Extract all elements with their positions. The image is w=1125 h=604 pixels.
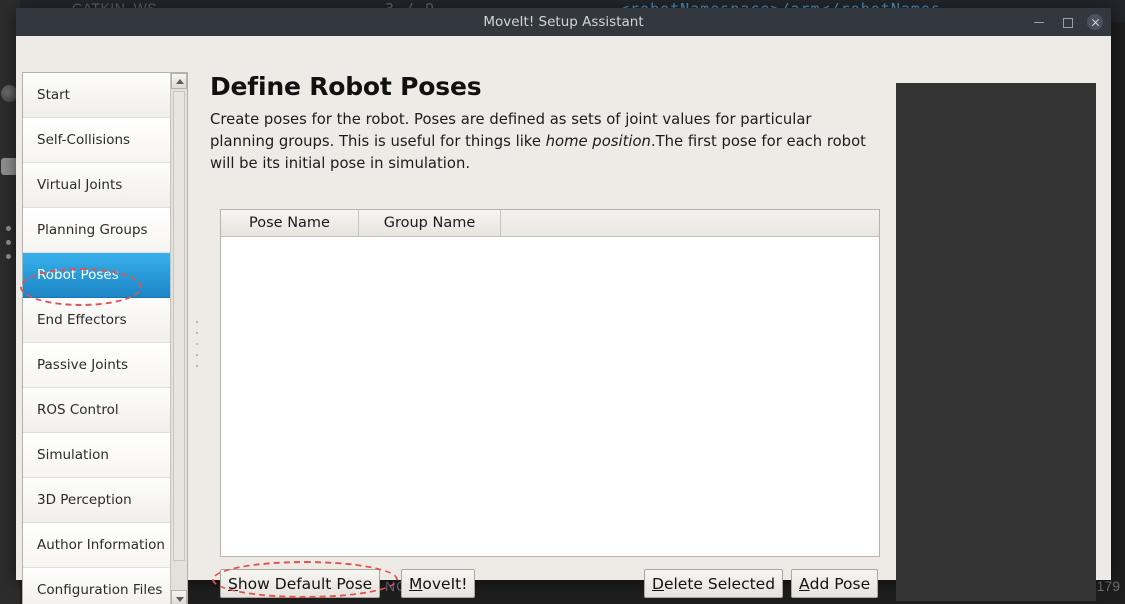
scrollbar-thumb[interactable]: [173, 91, 185, 561]
sidebar-item-label: ROS Control: [37, 402, 119, 418]
sidebar-item-simulation[interactable]: Simulation: [23, 433, 170, 478]
table-header-row: Pose Name Group Name: [221, 210, 879, 237]
sidebar-item-label: Virtual Joints: [37, 177, 123, 193]
sidebar-item-planning-groups[interactable]: Planning Groups: [23, 208, 170, 253]
sidebar-item-label: Self-Collisions: [37, 132, 131, 148]
sidebar-item-3d-perception[interactable]: 3D Perception: [23, 478, 170, 523]
window-controls: [1031, 8, 1103, 36]
sidebar-item-self-collisions[interactable]: Self-Collisions: [23, 118, 170, 163]
column-header-pose-name[interactable]: Pose Name: [221, 210, 359, 236]
setup-assistant-window: MoveIt! Setup Assistant Start Self-Colli…: [16, 8, 1111, 604]
sidebar-item-ros-control[interactable]: ROS Control: [23, 388, 170, 433]
main-panel: Define Robot Poses Create poses for the …: [194, 72, 894, 604]
sidebar-item-configuration-files[interactable]: Configuration Files: [23, 568, 170, 604]
sidebar-item-label: Planning Groups: [37, 222, 148, 238]
sidebar-item-label: 3D Perception: [37, 492, 132, 508]
sidebar-item-start[interactable]: Start: [23, 73, 170, 118]
sidebar-scrollbar[interactable]: [170, 72, 188, 604]
sidebar: Start Self-Collisions Virtual Joints Pla…: [22, 72, 188, 604]
mnemonic-letter: A: [799, 574, 810, 593]
minimize-icon[interactable]: [1031, 14, 1047, 30]
delete-selected-button-label-rest: elete Selected: [663, 574, 776, 593]
scroll-down-arrow-icon[interactable]: [171, 590, 187, 604]
sidebar-item-end-effectors[interactable]: End Effectors: [23, 298, 170, 343]
moveit-button[interactable]: MoveIt!: [401, 569, 476, 598]
window-titlebar[interactable]: MoveIt! Setup Assistant: [16, 8, 1111, 36]
column-header-filler: [501, 210, 879, 236]
screen: CATKIN_WS 3 / 9 <robotNamespace>/arm</ro…: [0, 0, 1125, 604]
add-pose-button-label-rest: dd Pose: [809, 574, 871, 593]
sidebar-item-label: Start: [37, 87, 70, 103]
sidebar-item-label: Simulation: [37, 447, 109, 463]
window-title: MoveIt! Setup Assistant: [483, 14, 644, 30]
mnemonic-letter: D: [652, 574, 664, 593]
add-pose-button[interactable]: Add Pose: [791, 569, 879, 598]
column-header-group-name[interactable]: Group Name: [359, 210, 501, 236]
scroll-up-arrow-icon[interactable]: [171, 73, 187, 89]
robot-3d-viewport[interactable]: [896, 83, 1096, 601]
mnemonic-letter: M: [409, 574, 423, 593]
sidebar-item-label: Author Information: [37, 537, 165, 553]
moveit-button-label-rest: oveIt!: [422, 574, 468, 593]
dialog-body: Start Self-Collisions Virtual Joints Pla…: [16, 36, 1111, 604]
page-description: Create poses for the robot. Poses are de…: [210, 109, 875, 175]
pose-table[interactable]: Pose Name Group Name: [220, 209, 880, 557]
sidebar-item-author-information[interactable]: Author Information: [23, 523, 170, 568]
launcher-dots-icon: [6, 226, 11, 268]
show-default-pose-button[interactable]: Show Default Pose: [220, 569, 381, 598]
page-description-emphasis: home position: [545, 133, 651, 150]
sidebar-item-robot-poses[interactable]: Robot Poses: [23, 253, 170, 298]
delete-selected-button[interactable]: Delete Selected: [644, 569, 784, 598]
mnemonic-letter: S: [228, 574, 238, 593]
close-icon[interactable]: [1087, 14, 1103, 30]
page-title: Define Robot Poses: [210, 72, 482, 101]
show-default-pose-button-label-rest: how Default Pose: [237, 574, 373, 593]
table-body-empty[interactable]: [221, 237, 879, 556]
sidebar-item-label: Robot Poses: [37, 267, 119, 283]
maximize-icon[interactable]: [1059, 14, 1075, 30]
sidebar-item-passive-joints[interactable]: Passive Joints: [23, 343, 170, 388]
sidebar-item-label: Passive Joints: [37, 357, 129, 373]
sidebar-item-list[interactable]: Start Self-Collisions Virtual Joints Pla…: [22, 72, 170, 604]
sidebar-item-label: Configuration Files: [37, 582, 163, 598]
sidebar-item-label: End Effectors: [37, 312, 127, 328]
sidebar-item-virtual-joints[interactable]: Virtual Joints: [23, 163, 170, 208]
